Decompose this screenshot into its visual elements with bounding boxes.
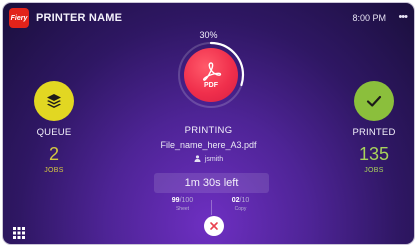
more-options-button[interactable]: ••• bbox=[398, 11, 408, 23]
clock: 8:00 PM bbox=[352, 13, 386, 23]
copy-done: 02 bbox=[231, 197, 240, 204]
job-stats: 99/100 Sheet 02/10 Copy bbox=[154, 197, 269, 217]
sheet-done: 99 bbox=[171, 197, 180, 204]
cancel-job-button[interactable] bbox=[204, 216, 224, 236]
user-icon bbox=[194, 155, 201, 162]
sheet-total: /100 bbox=[179, 197, 194, 204]
top-bar: Fiery PRINTER NAME 8:00 PM ••• bbox=[3, 3, 414, 33]
sheet-stat: 99/100 Sheet bbox=[154, 197, 211, 212]
pdf-icon bbox=[203, 62, 222, 81]
time-remaining: 1m 30s left bbox=[154, 173, 269, 193]
apps-grid-icon[interactable] bbox=[13, 227, 25, 239]
progress-percent: 30% bbox=[199, 30, 218, 40]
job-user: jsmith bbox=[3, 155, 414, 163]
copy-total: /10 bbox=[239, 197, 250, 204]
copy-count: 02/10 bbox=[212, 197, 269, 204]
file-type-label: PDF bbox=[204, 82, 218, 89]
sheet-count: 99/100 bbox=[154, 197, 211, 204]
close-icon bbox=[210, 222, 218, 230]
logo-text: Fiery bbox=[10, 14, 28, 22]
copy-stat: 02/10 Copy bbox=[212, 197, 269, 212]
printed-button[interactable] bbox=[354, 81, 394, 121]
printer-name: PRINTER NAME bbox=[36, 12, 123, 24]
sheet-label: Sheet bbox=[175, 206, 190, 212]
fiery-logo: Fiery bbox=[9, 8, 29, 28]
queue-unit: JOBS bbox=[44, 167, 64, 174]
queue-button[interactable] bbox=[34, 81, 74, 121]
current-job-thumbnail[interactable]: PDF bbox=[184, 48, 238, 102]
copy-label: Copy bbox=[234, 206, 247, 212]
job-filename: File_name_here_A3.pdf bbox=[160, 140, 257, 150]
layers-icon bbox=[47, 94, 61, 108]
checkmark-icon bbox=[366, 95, 382, 107]
job-status: PRINTING bbox=[184, 125, 233, 136]
printed-unit: JOBS bbox=[364, 167, 384, 174]
printer-status-screen: Fiery PRINTER NAME 8:00 PM ••• QUEUE 2 J… bbox=[2, 2, 415, 245]
job-user-name: jsmith bbox=[204, 156, 224, 163]
